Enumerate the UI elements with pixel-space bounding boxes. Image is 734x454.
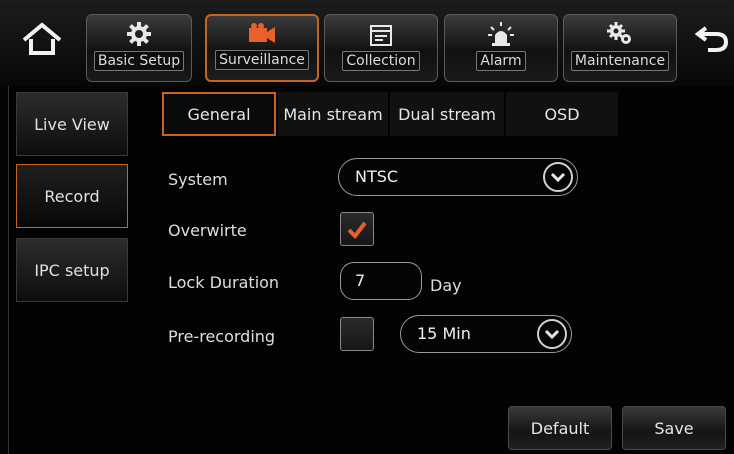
tab-dual-stream[interactable]: Dual stream — [390, 92, 504, 136]
system-label: System — [168, 170, 228, 189]
save-button[interactable]: Save — [622, 406, 726, 450]
nav-surveillance-label: Surveillance — [215, 50, 309, 70]
lock-duration-unit: Day — [430, 276, 462, 295]
gear-icon — [127, 22, 151, 46]
tab-main-stream[interactable]: Main stream — [278, 92, 388, 136]
pre-recording-checkbox[interactable] — [340, 317, 374, 351]
lock-duration-label: Lock Duration — [168, 273, 280, 292]
sidebar-item-live-view[interactable]: Live View — [16, 92, 128, 156]
system-value: NTSC — [355, 167, 399, 186]
home-icon — [22, 22, 62, 55]
overwrite-checkbox[interactable] — [340, 212, 374, 246]
nav-basic-setup[interactable]: Basic Setup — [86, 14, 192, 82]
top-navigation-bar: Basic Setup Surveillance Collection Alar… — [0, 0, 734, 86]
system-select[interactable]: NTSC — [338, 158, 578, 196]
lock-duration-input[interactable]: 7 — [340, 262, 422, 300]
pre-recording-select[interactable]: 15 Min — [400, 315, 572, 353]
tab-label: Dual stream — [398, 104, 496, 124]
nav-maintenance[interactable]: Maintenance — [563, 14, 677, 82]
checkmark-icon — [347, 221, 367, 240]
back-button[interactable] — [692, 18, 732, 58]
sidebar-item-label: Record — [44, 186, 100, 206]
tab-osd[interactable]: OSD — [506, 92, 618, 136]
sidebar-item-ipc-setup[interactable]: IPC setup — [16, 238, 128, 302]
default-button[interactable]: Default — [508, 406, 612, 450]
nav-basic-setup-label: Basic Setup — [93, 51, 185, 71]
home-button[interactable] — [20, 20, 64, 60]
nav-maintenance-label: Maintenance — [570, 51, 670, 71]
tab-label: General — [187, 104, 251, 124]
nav-collection[interactable]: Collection — [324, 14, 438, 82]
alarm-light-icon — [488, 22, 514, 46]
sidebar-item-record[interactable]: Record — [16, 164, 128, 228]
tab-label: Main stream — [283, 104, 383, 124]
gears-icon — [607, 22, 631, 44]
chevron-down-icon — [543, 162, 573, 192]
camera-icon — [249, 23, 275, 43]
nav-surveillance[interactable]: Surveillance — [205, 14, 319, 82]
app-window: Basic Setup Surveillance Collection Alar… — [0, 0, 734, 454]
pre-recording-value: 15 Min — [417, 324, 471, 343]
nav-collection-label: Collection — [342, 51, 420, 71]
back-arrow-icon — [694, 26, 729, 52]
default-button-label: Default — [530, 418, 590, 438]
tab-label: OSD — [544, 104, 580, 124]
nav-alarm-label: Alarm — [476, 51, 526, 71]
sidebar-item-label: IPC setup — [34, 260, 110, 280]
save-button-label: Save — [654, 418, 694, 438]
nav-alarm[interactable]: Alarm — [444, 14, 558, 82]
overwrite-label: Overwirte — [168, 221, 247, 240]
chevron-down-icon — [537, 319, 567, 349]
tab-general[interactable]: General — [162, 92, 276, 136]
calendar-icon — [370, 25, 392, 46]
sidebar-item-label: Live View — [34, 114, 110, 134]
pre-recording-label: Pre-recording — [168, 327, 276, 346]
